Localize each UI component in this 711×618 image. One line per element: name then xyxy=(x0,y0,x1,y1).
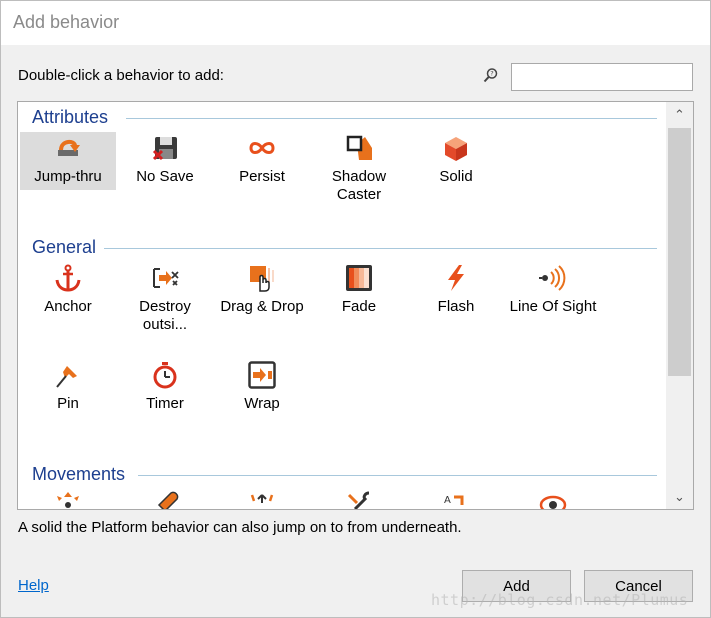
svg-text:?: ? xyxy=(490,70,493,78)
behavior-destroy-outside[interactable]: Destroy outsi... xyxy=(117,262,213,362)
behavior-car[interactable] xyxy=(214,489,310,509)
search-icon: ? xyxy=(483,67,499,83)
behavior-label: Timer xyxy=(146,395,184,412)
persist-icon xyxy=(248,134,276,162)
behavior-label: Persist xyxy=(239,168,285,185)
behavior-list-content: Attributes Jump-thru No Save Persist Sha… xyxy=(18,102,666,509)
search-input[interactable] xyxy=(511,63,693,91)
behavior-label: Solid xyxy=(439,168,473,185)
behavior-solid[interactable]: Solid xyxy=(408,132,504,232)
window-title: Add behavior xyxy=(13,12,120,32)
behavior-persist[interactable]: Persist xyxy=(214,132,310,232)
behavior-wrap[interactable]: Wrap xyxy=(214,359,310,459)
behavior-line-of-sight[interactable]: Line Of Sight xyxy=(505,262,602,362)
behavior-shadow-caster[interactable]: Shadow Caster xyxy=(311,132,407,232)
group-divider xyxy=(126,118,657,119)
behavior-label: Drag & Drop xyxy=(220,298,304,315)
behavior-label: Anchor xyxy=(44,298,92,315)
flash-icon xyxy=(442,264,470,292)
behavior-list[interactable]: Attributes Jump-thru No Save Persist Sha… xyxy=(17,101,694,510)
destroy-outside-icon xyxy=(151,264,179,292)
behavior-label: No Save xyxy=(136,168,194,185)
wrap-icon xyxy=(248,361,276,389)
no-save-icon xyxy=(151,134,179,162)
group-divider xyxy=(138,475,657,476)
behavior-label: Line Of Sight xyxy=(509,298,597,315)
line-of-sight-icon xyxy=(539,264,567,292)
behavior-no-save[interactable]: No Save xyxy=(117,132,213,232)
bullet-icon xyxy=(151,491,179,509)
behavior-pathfinding[interactable]: A xyxy=(408,489,504,509)
scroll-up-icon[interactable]: ⌃ xyxy=(666,104,693,126)
drag-drop-icon xyxy=(248,264,276,292)
help-link[interactable]: Help xyxy=(18,577,49,594)
custom-movement-icon xyxy=(345,491,373,509)
jump-thru-icon xyxy=(54,134,82,162)
behavior-custom[interactable] xyxy=(311,489,407,509)
behavior-label: Flash xyxy=(437,298,475,315)
behavior-pin[interactable]: Pin xyxy=(20,359,116,459)
scroll-down-icon[interactable]: ⌄ xyxy=(666,486,693,508)
8-direction-icon xyxy=(54,491,82,509)
behavior-flash[interactable]: Flash xyxy=(408,262,504,362)
car-icon xyxy=(248,491,276,509)
behavior-drag-drop[interactable]: Drag & Drop xyxy=(214,262,310,362)
svg-text:A: A xyxy=(444,495,451,506)
behavior-label: Jump-thru xyxy=(34,168,102,185)
title-bar: Add behavior xyxy=(1,1,710,45)
group-header-general: General xyxy=(32,237,97,257)
add-behavior-dialog: Add behavior Double-click a behavior to … xyxy=(0,0,711,618)
behavior-description: A solid the Platform behavior can also j… xyxy=(18,519,462,536)
watermark: http://blog.csdn.net/Plumus xyxy=(431,591,689,609)
behavior-8-direction[interactable] xyxy=(20,489,116,509)
behavior-timer[interactable]: Timer xyxy=(117,359,213,459)
behavior-jump-thru[interactable]: Jump-thru xyxy=(20,132,116,190)
behavior-label: Shadow Caster xyxy=(331,168,387,203)
fade-icon xyxy=(345,264,373,292)
behavior-fade[interactable]: Fade xyxy=(311,262,407,362)
behavior-label: Wrap xyxy=(244,395,280,412)
group-divider xyxy=(104,248,657,249)
vertical-scrollbar[interactable]: ⌃ ⌄ xyxy=(666,102,693,509)
behavior-label: Pin xyxy=(57,395,79,412)
scroll-thumb[interactable] xyxy=(668,128,691,376)
pathfinding-icon: A xyxy=(442,491,470,509)
behavior-label: Destroy outsi... xyxy=(139,298,191,333)
anchor-icon xyxy=(54,264,82,292)
shadow-caster-icon xyxy=(345,134,373,162)
behavior-label: Fade xyxy=(341,298,377,315)
orbit-icon xyxy=(539,491,567,509)
behavior-bullet[interactable] xyxy=(117,489,213,509)
behavior-anchor[interactable]: Anchor xyxy=(20,262,116,362)
instruction-text: Double-click a behavior to add: xyxy=(18,67,224,84)
solid-icon xyxy=(442,134,470,162)
behavior-orbit[interactable] xyxy=(505,489,601,509)
timer-icon xyxy=(151,361,179,389)
pin-icon xyxy=(54,361,82,389)
group-header-movements: Movements xyxy=(32,464,126,484)
group-header-attributes: Attributes xyxy=(32,107,109,127)
